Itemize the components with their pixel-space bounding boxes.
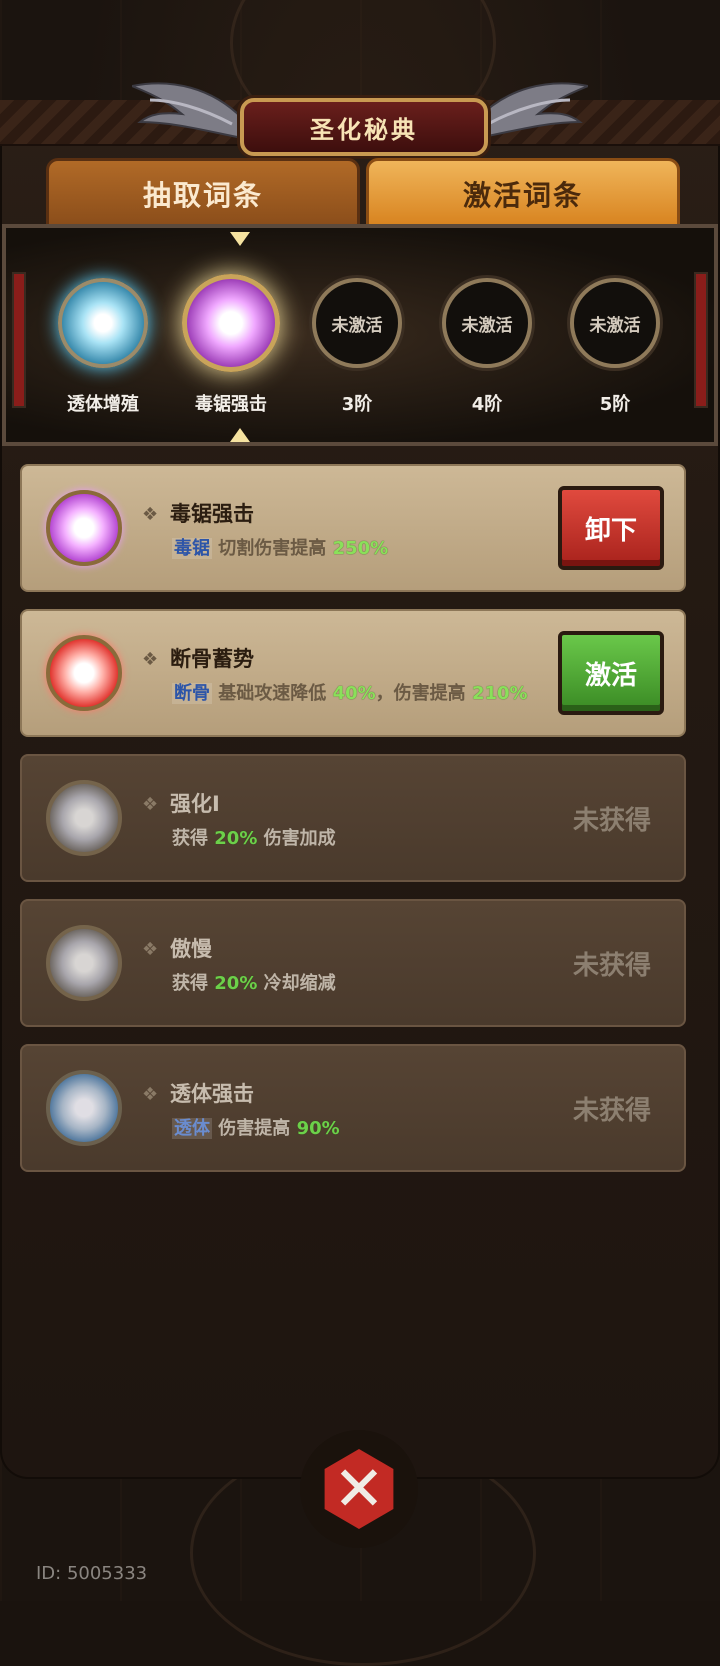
slot-4[interactable]: 未激活 [442, 278, 532, 368]
entry-text: 冷却缩减 [263, 973, 336, 994]
close-x-icon: ✕ [324, 1449, 394, 1529]
entry-card: ❖ 傲慢 获得 20% 冷却缩减 未获得 [20, 899, 686, 1027]
entry-value: 20% [214, 973, 258, 994]
slot-frame-left-bar [12, 272, 26, 408]
entry-description: 透体 伤害提高 90% [172, 1116, 532, 1141]
blue-orb-icon [46, 1070, 122, 1146]
entry-text: 伤害提高 [218, 1118, 291, 1139]
entry-value: 250% [332, 538, 389, 559]
slot-3-label: 3阶 [341, 394, 373, 415]
slot-2[interactable] [182, 274, 280, 372]
tab-activate-entries[interactable]: 激活词条 [366, 158, 680, 230]
slot-5[interactable]: 未激活 [570, 278, 660, 368]
entry-text: 获得 [172, 828, 208, 849]
slot-3[interactable]: 未激活 [312, 278, 402, 368]
slot-orb-icon [195, 287, 267, 359]
gray-orb-icon [46, 780, 122, 856]
entry-name: 傲慢 [170, 937, 212, 961]
entry-value: 40% [332, 683, 376, 704]
entry-name: 强化I [170, 792, 220, 816]
entry-text: 获得 [172, 973, 208, 994]
entry-tag: 断骨 [172, 683, 212, 704]
right-wing-icon [478, 82, 588, 140]
not-obtained-status: 未获得 [572, 1096, 651, 1126]
activate-button[interactable]: 激活 [558, 631, 664, 715]
entry-text: 切割伤害提高 [218, 538, 327, 559]
red-orb-icon [46, 635, 122, 711]
tab-draw-entries[interactable]: 抽取词条 [46, 158, 360, 230]
slot-4-status: 未激活 [461, 315, 513, 336]
entry-description: 毒锯 切割伤害提高 250% [172, 536, 532, 561]
entry-card: ❖ 透体强击 透体 伤害提高 90% 未获得 [20, 1044, 686, 1172]
left-wing-icon [132, 82, 242, 140]
entry-name: 透体强击 [170, 1082, 254, 1106]
entry-value: 90% [296, 1118, 340, 1139]
slot-5-status: 未激活 [589, 315, 641, 336]
entry-tag: 毒锯 [172, 538, 212, 559]
slot-2-label: 毒锯强击 [195, 394, 267, 415]
entry-name: 断骨蓄势 [170, 647, 254, 671]
gray-orb-icon [46, 925, 122, 1001]
diamond-icon: ❖ [142, 794, 159, 815]
player-id: ID: 5005333 [36, 1563, 148, 1584]
page-title: 圣化秘典 [240, 98, 488, 156]
diamond-icon: ❖ [142, 1084, 159, 1105]
entry-text: ，伤害提高 [375, 683, 466, 704]
slot-orb-icon [67, 287, 139, 359]
diamond-icon: ❖ [142, 939, 159, 960]
active-slots-panel: 透体增殖 毒锯强击 未激活 3阶 未激活 4阶 未激活 5阶 [2, 224, 718, 446]
purple-orb-icon [46, 490, 122, 566]
entry-description: 断骨 基础攻速降低 40%，伤害提高 210% [172, 681, 532, 706]
slot-1-label: 透体增殖 [67, 394, 139, 415]
entry-value: 210% [471, 683, 528, 704]
entry-card: ❖ 毒锯强击 毒锯 切割伤害提高 250% 卸下 [20, 464, 686, 592]
not-obtained-status: 未获得 [572, 951, 651, 981]
diamond-icon: ❖ [142, 504, 159, 525]
not-obtained-status: 未获得 [572, 806, 651, 836]
slot-3-status: 未激活 [331, 315, 383, 336]
slot-5-label: 5阶 [599, 394, 631, 415]
slot-highlight-bottom-icon [230, 428, 250, 442]
entry-value: 20% [214, 828, 258, 849]
slot-1[interactable] [58, 278, 148, 368]
unequip-button[interactable]: 卸下 [558, 486, 664, 570]
diamond-icon: ❖ [142, 649, 159, 670]
entry-description: 获得 20% 冷却缩减 [172, 971, 532, 996]
slot-highlight-top-icon [230, 232, 250, 246]
close-button[interactable]: ✕ [300, 1430, 418, 1548]
entry-card: ❖ 断骨蓄势 断骨 基础攻速降低 40%，伤害提高 210% 激活 [20, 609, 686, 737]
slot-frame-right-bar [694, 272, 708, 408]
entry-text: 基础攻速降低 [218, 683, 327, 704]
slot-4-label: 4阶 [471, 394, 503, 415]
entry-description: 获得 20% 伤害加成 [172, 826, 532, 851]
entry-card: ❖ 强化I 获得 20% 伤害加成 未获得 [20, 754, 686, 882]
entry-tag: 透体 [172, 1118, 212, 1139]
entry-text: 伤害加成 [263, 828, 336, 849]
entry-name: 毒锯强击 [170, 502, 254, 526]
